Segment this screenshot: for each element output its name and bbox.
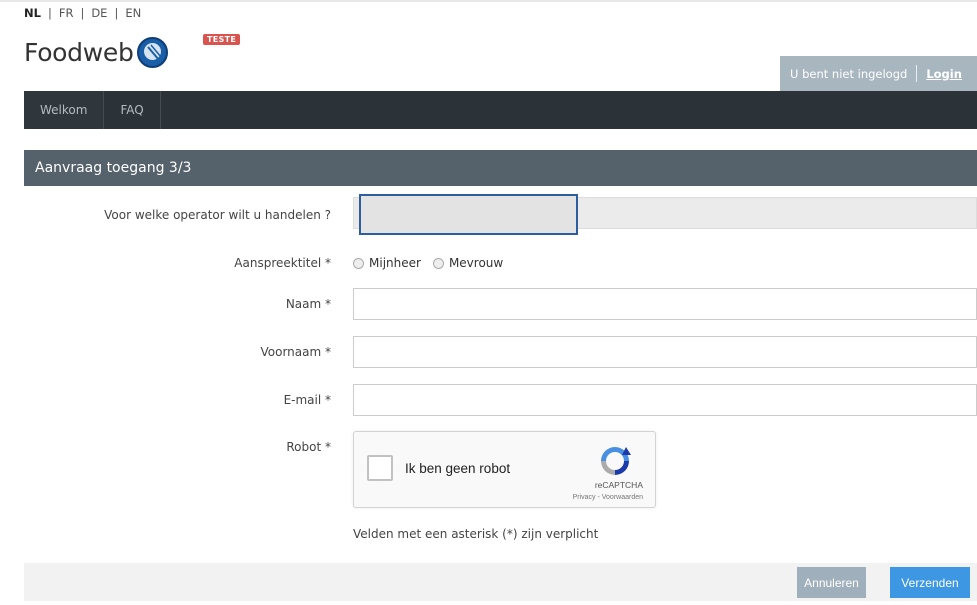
lang-fr[interactable]: FR <box>59 6 74 20</box>
submit-button[interactable]: Verzenden <box>890 567 970 598</box>
lang-nl[interactable]: NL <box>24 6 41 20</box>
lang-de[interactable]: DE <box>91 6 107 20</box>
user-status-bar: U bent niet ingelogd Login <box>780 56 977 91</box>
brand-name: Foodweb <box>24 38 134 67</box>
radio-mijnheer-label[interactable]: Mijnheer <box>369 256 421 270</box>
login-link[interactable]: Login <box>926 67 962 81</box>
recaptcha-brand: reCAPTCHA <box>594 480 643 490</box>
salutation-radio-group: Mijnheer Mevrouw <box>353 256 515 270</box>
radio-mevrouw-label[interactable]: Mevrouw <box>449 256 503 270</box>
lang-separator: | <box>80 6 85 20</box>
last-name-input[interactable] <box>353 288 977 320</box>
lang-separator: | <box>47 6 52 20</box>
lang-separator: | <box>114 6 119 20</box>
first-name-input[interactable] <box>353 336 977 368</box>
recaptcha-widget: Ik ben geen robot reCAPTCHA Privacy - Vo… <box>353 431 656 508</box>
brand-logo[interactable]: Foodweb <box>24 37 168 68</box>
radio-mevrouw[interactable] <box>432 257 444 269</box>
required-fields-note: Velden met een asterisk (*) zijn verplic… <box>353 527 599 541</box>
recaptcha-label: Ik ben geen robot <box>405 461 511 476</box>
robot-label: Robot * <box>286 440 331 454</box>
nav-item-welkom[interactable]: Welkom <box>24 91 105 129</box>
recaptcha-links[interactable]: Privacy - Voorwaarden <box>573 494 643 501</box>
fork-knife-icon <box>136 37 168 68</box>
top-border <box>0 0 977 2</box>
recaptcha-logo-icon <box>598 444 632 481</box>
radio-mijnheer[interactable] <box>353 257 364 269</box>
status-divider <box>916 65 918 82</box>
test-environment-badge: TESTE <box>203 34 241 45</box>
first-name-label: Voornaam * <box>260 345 332 359</box>
email-label: E-mail * <box>283 393 331 407</box>
main-navigation: Welkom FAQ <box>24 91 977 129</box>
last-name-label: Naam * <box>285 297 331 311</box>
recaptcha-checkbox[interactable] <box>367 455 393 481</box>
operator-select[interactable] <box>359 194 578 235</box>
lang-en[interactable]: EN <box>125 6 141 20</box>
login-status-text: U bent niet ingelogd <box>790 66 908 81</box>
operator-label: Voor welke operator wilt u handelen ? <box>104 208 331 222</box>
language-switcher: NL | FR | DE | EN <box>24 6 141 20</box>
page-title: Aanvraag toegang 3/3 <box>24 150 977 186</box>
email-input[interactable] <box>353 384 977 416</box>
salutation-label: Aanspreektitel * <box>234 256 331 270</box>
nav-item-faq[interactable]: FAQ <box>104 91 161 129</box>
cancel-button[interactable]: Annuleren <box>797 567 866 598</box>
